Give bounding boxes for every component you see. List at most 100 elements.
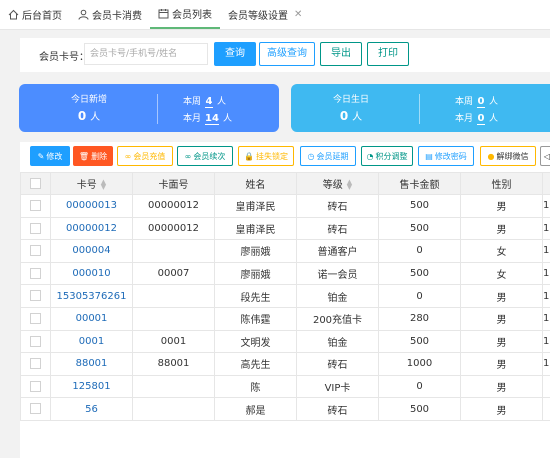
row-checkbox[interactable] (30, 267, 41, 279)
delete-button[interactable]: 🗑 删除 (73, 146, 113, 166)
month-label: 本月 (183, 114, 202, 124)
card-number-cell[interactable]: 15305376261 (50, 284, 133, 308)
card-number-cell[interactable]: 0001 (50, 329, 133, 354)
card-face-cell (132, 239, 215, 263)
week-label: 本周 (455, 97, 474, 107)
row-select-cell[interactable] (20, 374, 51, 399)
sort-icon[interactable]: ▲ ▼ (347, 179, 352, 191)
card-number-cell[interactable]: 00000013 (50, 194, 133, 218)
more-button[interactable]: ◁ (540, 146, 550, 166)
table-row[interactable]: 00001 陈伟霆200充值卡280男1835 (20, 306, 550, 331)
row-checkbox[interactable] (30, 403, 41, 415)
row-checkbox[interactable] (30, 358, 41, 370)
row-select-cell[interactable] (20, 284, 51, 308)
unbind-wechat-button[interactable]: ● 解绑微信 (480, 146, 536, 166)
row-checkbox[interactable] (30, 200, 41, 212)
amount-cell: 500 (378, 397, 461, 421)
phone-cell: 1359 (542, 194, 550, 218)
renew-button[interactable]: ∞ 会员续次 (177, 146, 233, 166)
left-gutter (0, 30, 20, 458)
select-all-checkbox[interactable] (30, 177, 41, 189)
advanced-query-button[interactable]: 高级查询 (259, 42, 315, 66)
phone-cell: 1530 (542, 284, 550, 308)
sort-icon[interactable]: ▲ ▼ (101, 179, 106, 191)
month-value: 0 (477, 113, 486, 125)
card-number-cell[interactable]: 00000012 (50, 216, 133, 241)
gender-cell: 女 (460, 239, 543, 263)
row-select-cell[interactable] (20, 239, 51, 263)
row-select-cell[interactable] (20, 216, 51, 241)
phone-cell: 1587 (542, 261, 550, 286)
phone-cell (542, 397, 550, 421)
row-select-cell[interactable] (20, 261, 51, 286)
member-table-panel: 卡号 ▲ ▼ 卡面号 姓名 等级 ▲ ▼ 售卡金额 性别 00000013 0000001… (20, 172, 550, 458)
lock-icon: 🔒 (244, 151, 254, 161)
card-face-cell (132, 284, 215, 308)
table-row[interactable]: 000004 廖丽娥普通客户0女1587 (20, 239, 550, 263)
row-select-cell[interactable] (20, 352, 51, 376)
row-checkbox[interactable] (30, 380, 41, 392)
header-label: 卡面号 (158, 180, 189, 191)
table-row[interactable]: 00001000007廖丽娥诺一会员500女1587 (20, 261, 550, 286)
recharge-button[interactable]: ∞ 会员充值 (117, 146, 173, 166)
points-button[interactable]: ◔ 积分调整 (361, 146, 413, 166)
amount-cell: 500 (378, 216, 461, 241)
card-number-cell[interactable]: 88001 (50, 352, 133, 376)
lock-button[interactable]: 🔒 挂失锁定 (238, 146, 294, 166)
tab-home[interactable]: 后台首页 (0, 0, 70, 29)
phone-cell: 1587 (542, 239, 550, 263)
row-select-cell[interactable] (20, 397, 51, 421)
table-row[interactable]: 15305376261 段先生铂金0男1530 (20, 284, 550, 308)
unit: 人 (217, 97, 227, 107)
unit: 人 (222, 114, 232, 124)
header-card-face: 卡面号 (132, 172, 215, 195)
close-icon[interactable]: ✕ (294, 9, 302, 20)
gender-cell: 男 (460, 374, 543, 399)
table-row[interactable]: 0000001200000012皇甫泽民砖石500男1359 (20, 216, 550, 241)
card-number-cell[interactable]: 125801 (50, 374, 133, 399)
row-checkbox[interactable] (30, 245, 41, 257)
card-value: 0人 (39, 108, 139, 123)
card-face-cell: 00007 (132, 261, 215, 286)
table-row[interactable]: 8800188001高先生砖石1000男1384 (20, 352, 550, 376)
select-all-cell[interactable] (20, 172, 51, 195)
table-row[interactable]: 56 郝是 砖石 500 男 (20, 397, 550, 421)
table-row[interactable]: 00010001文明发铂金500男1384 (20, 329, 550, 354)
card-number-cell[interactable]: 56 (50, 397, 133, 421)
card-number-cell[interactable]: 000010 (50, 261, 133, 286)
header-level[interactable]: 等级 ▲ ▼ (296, 172, 379, 195)
table-row[interactable]: 0000001300000012皇甫泽民砖石500男1359 (20, 194, 550, 218)
row-checkbox[interactable] (30, 290, 41, 302)
extend-button[interactable]: ◷ 会员延期 (300, 146, 356, 166)
row-checkbox[interactable] (30, 335, 41, 347)
level-cell: 砖石 (296, 194, 379, 218)
row-checkbox[interactable] (30, 313, 41, 325)
row-select-cell[interactable] (20, 194, 51, 218)
month-value: 14 (205, 113, 219, 125)
search-input[interactable] (84, 43, 208, 65)
tab-member-level[interactable]: 会员等级设置 ✕ (220, 0, 310, 29)
query-button[interactable]: 查询 (214, 42, 256, 66)
password-button[interactable]: ▤ 修改密码 (418, 146, 474, 166)
print-button[interactable]: 打印 (367, 42, 409, 66)
row-select-cell[interactable] (20, 329, 51, 354)
row-checkbox[interactable] (30, 222, 41, 234)
tab-member-list[interactable]: 会员列表 (150, 0, 220, 29)
card-title: 今日生日 (332, 95, 369, 105)
phone-cell: 1359 (542, 216, 550, 241)
header-card-number[interactable]: 卡号 ▲ ▼ (50, 172, 133, 195)
table-row[interactable]: 125801 陈 VIP卡 0 男 (20, 374, 550, 399)
header-phone (542, 172, 550, 195)
tab-label: 会员等级设置 (228, 11, 288, 22)
card-number-cell[interactable]: 00001 (50, 306, 133, 331)
card-number-cell[interactable]: 000004 (50, 239, 133, 263)
row-select-cell[interactable] (20, 306, 51, 331)
export-button[interactable]: 导出 (320, 42, 362, 66)
card-face-cell (132, 306, 215, 331)
button-label: 删除 (91, 151, 108, 161)
action-toolbar: ✎ 修改 🗑 删除 ∞ 会员充值 ∞ 会员续次 🔒 挂失锁定 ◷ 会员延期 ◔ 积分调整 ▤ 修… (20, 142, 550, 172)
card-face-cell: 0001 (132, 329, 215, 354)
edit-button[interactable]: ✎ 修改 (30, 146, 70, 166)
unit: 人 (90, 112, 101, 123)
tab-card-consume[interactable]: 会员卡消费 (70, 0, 150, 29)
